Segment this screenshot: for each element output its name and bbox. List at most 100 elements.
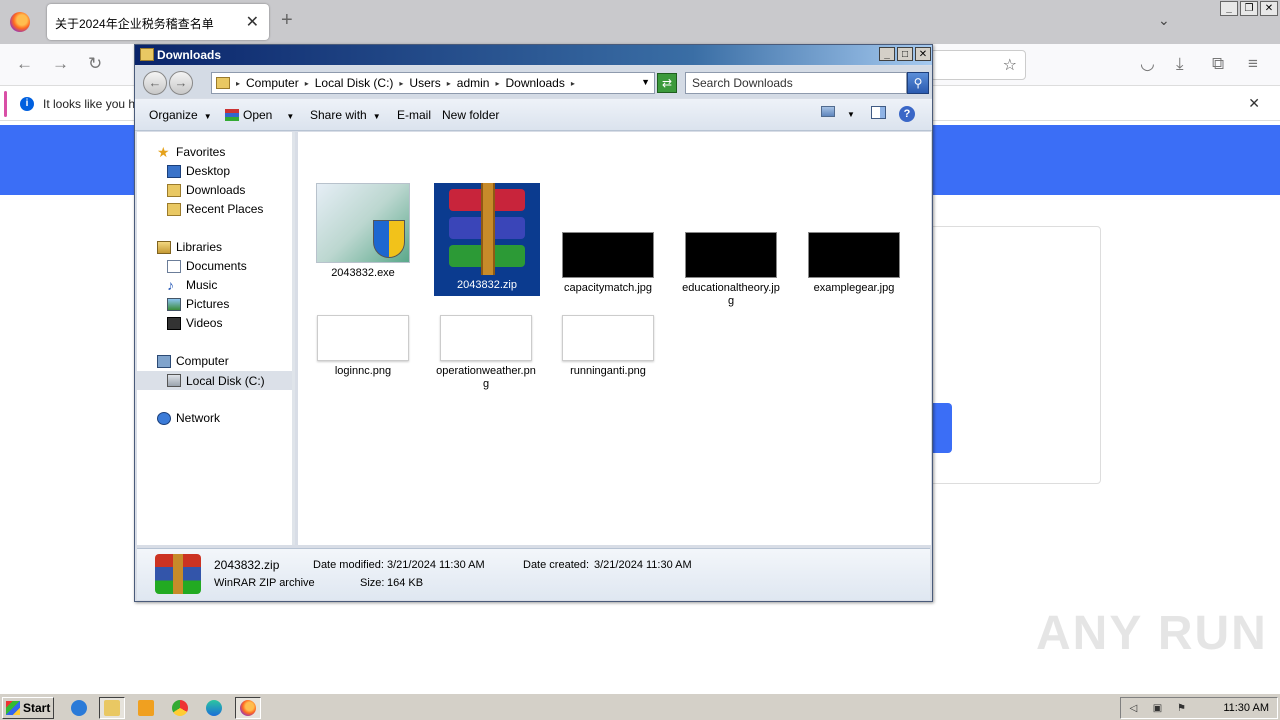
organize-button[interactable]: Organize ▼ [149,108,212,122]
nav-music[interactable]: ♪ Music [167,278,218,293]
nav-pictures[interactable]: Pictures [167,297,229,311]
nav-computer[interactable]: Computer [157,354,229,368]
libraries-icon [157,240,171,254]
browser-tab-title: 关于2024年企业税务稽查名单 [55,17,214,31]
nav-local-disk[interactable]: Local Disk (C:) [137,371,292,390]
nav-label: Music [186,278,218,292]
url-bar[interactable]: ☆ [930,50,1026,80]
taskbar-chrome[interactable] [167,697,193,719]
file-item-jpg[interactable]: examplegear.jpg [801,183,907,295]
menu-icon[interactable]: ≡ [1248,54,1258,74]
breadcrumb-admin[interactable]: admin [457,76,490,90]
help-icon: ? [899,106,915,122]
action-center-flag-icon[interactable]: ⚑ [1175,702,1188,715]
nav-label: Network [176,411,221,425]
nav-recent-places[interactable]: Recent Places [167,202,263,216]
file-item-png[interactable]: loginnc.png [310,315,416,378]
file-item-jpg[interactable]: capacitymatch.jpg [555,183,661,295]
open-label: Open [243,108,273,122]
chevron-right-icon[interactable]: ▸ [571,79,575,88]
bookmark-star-icon[interactable]: ☆ [1003,55,1017,75]
nav-downloads[interactable]: Downloads [167,183,245,197]
chevron-down-icon: ▼ [372,112,381,121]
chevron-down-icon[interactable]: ▼ [641,77,650,87]
nav-videos[interactable]: Videos [167,316,222,330]
nav-documents[interactable]: Documents [167,259,247,273]
chevron-right-icon[interactable]: ▸ [399,79,403,88]
email-button[interactable]: E-mail [397,108,431,122]
image-thumbnail [562,232,654,278]
breadcrumb-users[interactable]: Users [409,76,440,90]
new-tab-icon[interactable]: + [281,9,293,32]
taskbar-edge[interactable] [201,697,227,719]
back-button[interactable]: ← [143,71,167,95]
taskbar-explorer[interactable] [99,697,125,719]
taskbar-media-player[interactable] [133,697,159,719]
reload-icon[interactable]: ↻ [88,54,102,74]
preview-pane-button[interactable] [871,106,886,122]
file-item-zip[interactable]: 2043832.zip [434,183,540,296]
uac-shield-icon [373,220,405,258]
chrome-icon [172,700,188,716]
extensions-icon[interactable]: ⧉ [1212,54,1224,74]
search-input[interactable]: Search Downloads [685,72,907,94]
back-arrow-icon[interactable]: ← [16,54,33,74]
star-icon: ★ [157,143,170,160]
search-icon[interactable]: ⚲ [907,72,929,94]
file-name: examplegear.jpg [813,282,895,294]
details-size-label: Size: [360,577,385,589]
pocket-icon[interactable]: ◡ [1140,54,1155,74]
forward-button[interactable]: → [169,71,193,95]
taskbar-ie[interactable] [66,697,92,719]
notification-close-icon[interactable]: ✕ [1248,95,1260,112]
restore-icon[interactable]: ❐ [1240,1,1258,16]
nav-libraries[interactable]: Libraries [157,240,222,254]
open-button[interactable]: Open ▼ [225,108,294,122]
clock[interactable]: 11:30 AM [1223,702,1269,714]
maximize-icon[interactable]: □ [897,47,913,61]
chevron-right-icon[interactable]: ▸ [236,79,240,88]
close-icon[interactable]: ✕ [915,47,931,61]
file-item-png[interactable]: operationweather.png [433,315,539,391]
nav-network[interactable]: Network [157,411,220,425]
chevron-right-icon[interactable]: ▸ [495,79,499,88]
file-item-exe[interactable]: 2043832.exe [310,183,416,280]
chevron-right-icon[interactable]: ▸ [305,79,309,88]
minimize-icon[interactable]: _ [1220,1,1238,16]
archive-belt [173,554,183,594]
nav-label: Pictures [186,297,230,311]
start-button[interactable]: Start [2,697,54,719]
breadcrumb-local-disk[interactable]: Local Disk (C:) [315,76,394,90]
tab-close-icon[interactable]: ✕ [246,12,259,32]
close-icon[interactable]: ✕ [1260,1,1278,16]
address-bar[interactable]: ▸ Computer ▸ Local Disk (C:) ▸ Users ▸ a… [211,72,655,94]
network-tray-icon[interactable]: ▣ [1151,702,1164,715]
nav-favorites[interactable]: ★ Favorites [157,143,225,160]
nav-desktop[interactable]: Desktop [167,164,230,178]
breadcrumb-downloads[interactable]: Downloads [505,76,564,90]
share-with-button[interactable]: Share with ▼ [310,108,381,122]
minimize-icon[interactable]: _ [879,47,895,61]
downloads-folder-icon [167,183,181,197]
file-name: runninganti.png [570,365,646,377]
explorer-titlebar[interactable]: Downloads _ □ ✕ [135,45,932,65]
breadcrumb-computer[interactable]: Computer [246,76,299,90]
taskbar-firefox[interactable] [235,697,261,719]
list-tabs-icon[interactable]: ⌄ [1158,12,1170,29]
file-item-jpg[interactable]: educationaltheory.jpg [678,183,784,308]
help-button[interactable]: ? [899,106,915,122]
view-icon [821,106,835,117]
browser-tab[interactable]: 关于2024年企业税务稽查名单 ✕ [47,4,269,40]
new-folder-button[interactable]: New folder [442,108,499,122]
forward-arrow-icon[interactable]: → [52,54,69,74]
refresh-button[interactable]: ⇄ [657,73,677,93]
chevron-right-icon[interactable]: ▸ [447,79,451,88]
change-view-button[interactable] [821,106,835,120]
file-item-png[interactable]: runninganti.png [555,315,661,378]
volume-icon[interactable]: ◁ [1127,702,1140,715]
downloads-icon[interactable]: ⤓ [1176,54,1184,74]
view-options-dropdown[interactable]: ▼ [847,110,855,119]
archive-belt [481,183,495,275]
taskbar: Start ◁ ▣ ⚑ 11:30 AM [0,692,1280,720]
nav-label: Libraries [176,240,223,254]
